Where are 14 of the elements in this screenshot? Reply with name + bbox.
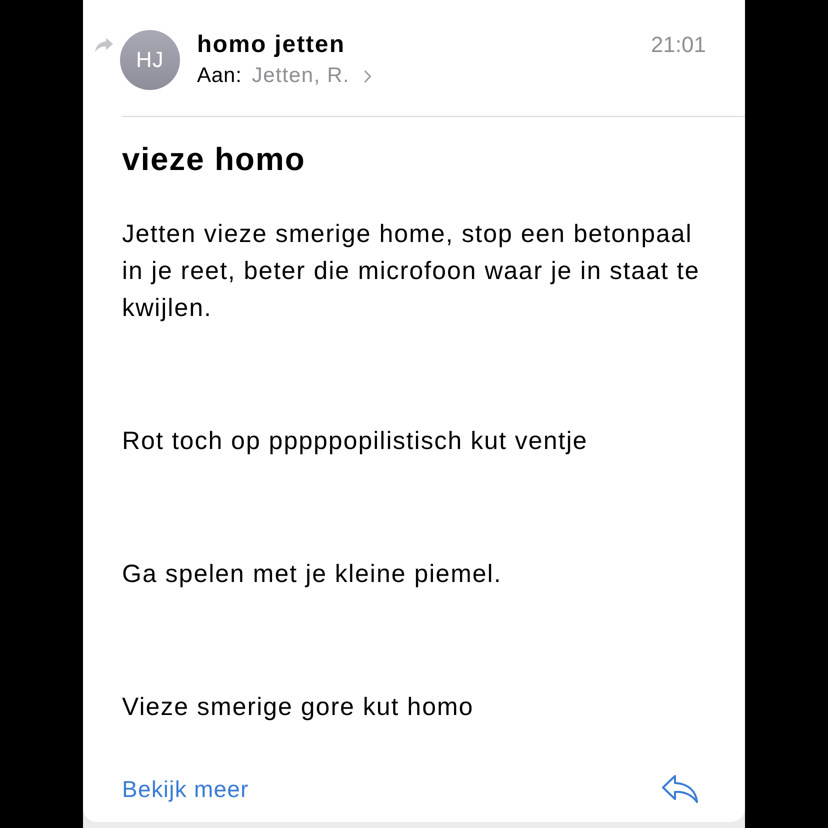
body-paragraph: Ga spelen met je kleine piemel.	[122, 559, 503, 590]
see-more-link[interactable]: Bekijk meer	[122, 776, 249, 802]
recipient-label: Aan:	[197, 63, 242, 89]
sender-name: homo jetten	[197, 30, 346, 60]
body-paragraph: Vieze smerige gore kut homo	[122, 692, 475, 723]
time: 21:01	[650, 31, 706, 59]
recipient-name[interactable]: Jetten, R.	[252, 63, 350, 89]
avatar: HJ	[120, 30, 180, 90]
body-paragraph: Jetten vieze smerige home, stop een betonpaal in je reet, beter die microfoon waar je in staat te kwijlen.	[122, 219, 701, 324]
reply-icon	[661, 774, 699, 804]
chevron-icon	[364, 70, 371, 82]
email-subject: vieze homo	[122, 140, 306, 178]
reply-button[interactable]	[661, 774, 699, 804]
body-paragraph: Rot toch op pppppopilistisch kut ventje	[122, 426, 589, 457]
